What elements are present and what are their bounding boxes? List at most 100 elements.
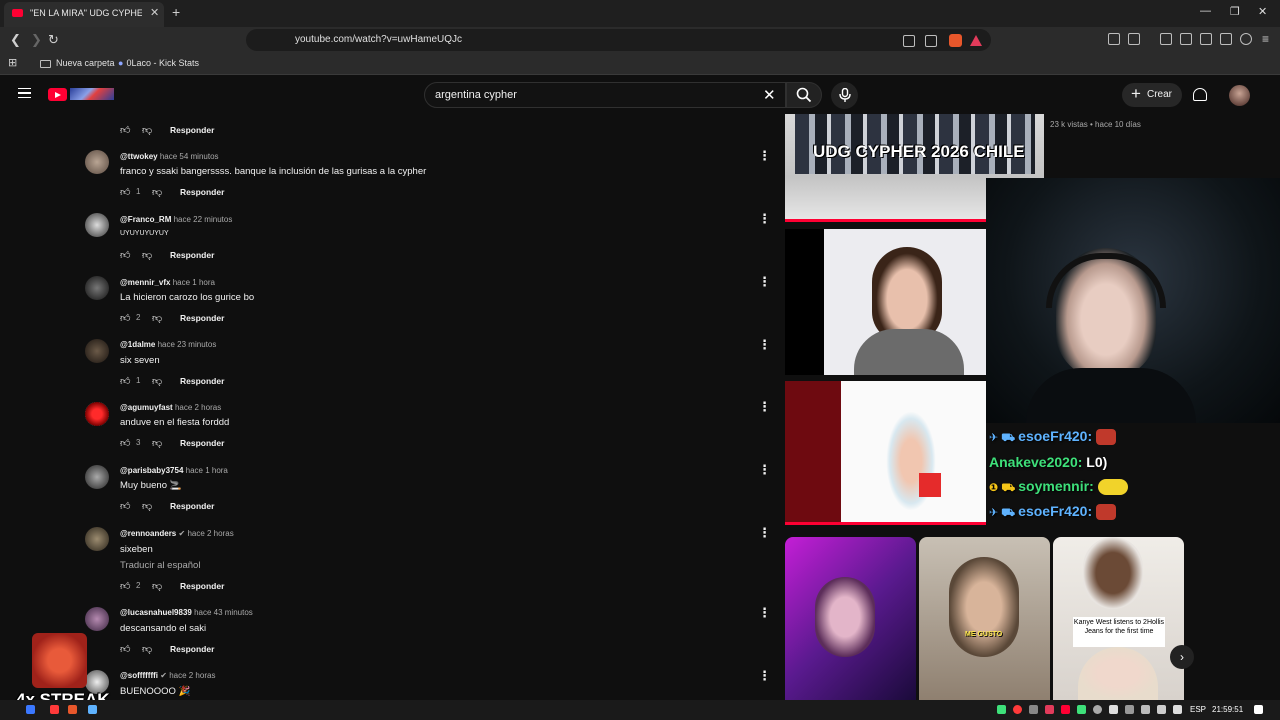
comment-menu-icon[interactable]: ⋮ xyxy=(758,526,771,539)
network-icon[interactable] xyxy=(1157,705,1166,714)
tray-icon[interactable] xyxy=(1013,705,1022,714)
media-icon[interactable] xyxy=(1160,33,1172,45)
reply-button[interactable]: Responder xyxy=(170,644,214,654)
sidebar-icon[interactable] xyxy=(1180,33,1192,45)
comment-author[interactable]: @parisbaby3754 xyxy=(120,466,183,475)
wallet-icon[interactable] xyxy=(1200,33,1212,45)
comment-menu-icon[interactable]: ⋮ xyxy=(758,338,771,351)
tray-icon[interactable] xyxy=(1125,705,1134,714)
like-icon[interactable]: 👍︎ xyxy=(120,500,130,512)
shorts-next-icon[interactable]: › xyxy=(1170,645,1194,669)
tray-icon[interactable] xyxy=(1141,705,1150,714)
comment-author[interactable]: @1dalme xyxy=(120,340,155,349)
translate-link[interactable]: Traducir al español xyxy=(120,560,200,571)
vpn-icon[interactable] xyxy=(1240,33,1252,45)
minimize-icon[interactable]: — xyxy=(1200,5,1211,17)
dislike-icon[interactable]: 👎︎ xyxy=(142,124,152,136)
restore-icon[interactable]: ❐ xyxy=(1230,5,1240,18)
taskbar-app-icon[interactable] xyxy=(68,705,77,714)
avatar[interactable] xyxy=(85,276,109,300)
comment-author[interactable]: @rennoanders xyxy=(120,529,176,538)
avatar[interactable] xyxy=(85,607,109,631)
comment-time[interactable]: hace 22 minutos xyxy=(174,215,233,224)
taskbar-app-icon[interactable] xyxy=(88,705,97,714)
comment-author[interactable]: @ttwokey xyxy=(120,152,158,161)
comment-menu-icon[interactable]: ⋮ xyxy=(758,149,771,162)
comment-menu-icon[interactable]: ⋮ xyxy=(758,669,771,682)
brave-shield-icon[interactable] xyxy=(949,34,962,47)
taskbar-app-icon[interactable] xyxy=(26,705,35,714)
comment-menu-icon[interactable]: ⋮ xyxy=(758,606,771,619)
new-tab-icon[interactable]: + xyxy=(172,4,180,20)
account-avatar[interactable] xyxy=(1229,85,1250,106)
comment-author[interactable]: @mennir_vfx xyxy=(120,278,170,287)
create-button[interactable]: + Crear xyxy=(1122,83,1182,107)
like-icon[interactable]: 👍︎ xyxy=(120,186,130,198)
share-icon[interactable] xyxy=(925,35,937,47)
like-icon[interactable]: 👍︎ xyxy=(120,312,130,324)
clock[interactable]: 21:59:51 xyxy=(1212,705,1243,714)
short-thumbnail[interactable] xyxy=(785,537,916,700)
tray-icon[interactable] xyxy=(1045,705,1054,714)
reply-button[interactable]: Responder xyxy=(170,125,214,135)
extensions-icon[interactable] xyxy=(1108,33,1120,45)
comment-time[interactable]: hace 1 hora xyxy=(186,466,228,475)
comment-time[interactable]: hace 54 minutos xyxy=(160,152,219,161)
dislike-icon[interactable]: 👎︎ xyxy=(152,437,162,449)
like-icon[interactable]: 👍︎ xyxy=(120,580,130,592)
like-icon[interactable]: 👍︎ xyxy=(120,437,130,449)
language-indicator[interactable]: ESP xyxy=(1190,705,1206,714)
bookmark-kickstats[interactable]: ● 0Laco - Kick Stats xyxy=(118,58,199,68)
comment-time[interactable]: hace 1 hora xyxy=(173,278,215,287)
search-button[interactable] xyxy=(786,82,822,108)
volume-icon[interactable] xyxy=(1173,705,1182,714)
comment-time[interactable]: hace 23 minutos xyxy=(158,340,217,349)
comment-time[interactable]: hace 2 horas xyxy=(175,403,221,412)
cast-icon[interactable] xyxy=(903,35,915,47)
like-icon[interactable]: 👍︎ xyxy=(120,249,130,261)
tray-icon[interactable] xyxy=(1061,705,1070,714)
short-thumbnail[interactable]: ME GUSTO xyxy=(919,537,1050,700)
avatar[interactable] xyxy=(85,465,109,489)
hamburger-menu-icon[interactable] xyxy=(18,88,31,98)
comment-menu-icon[interactable]: ⋮ xyxy=(758,275,771,288)
comment-time[interactable]: hace 2 horas xyxy=(187,529,233,538)
notifications-bell-icon[interactable] xyxy=(1193,88,1207,101)
avatar[interactable] xyxy=(85,150,109,174)
dislike-icon[interactable]: 👎︎ xyxy=(152,375,162,387)
avatar[interactable] xyxy=(85,527,109,551)
reply-button[interactable]: Responder xyxy=(180,438,224,448)
apps-grid-icon[interactable]: ⊞ xyxy=(8,56,17,69)
like-icon[interactable]: 👍︎ xyxy=(120,124,130,136)
browser-tab-active[interactable]: "EN LA MIRA" UDG CYPHER URL ✕ xyxy=(4,2,164,27)
forward-icon[interactable]: ❯ xyxy=(31,32,42,48)
short-thumbnail[interactable]: Kanye West listens to 2Hollis Jeans for … xyxy=(1053,537,1184,700)
reply-button[interactable]: Responder xyxy=(180,376,224,386)
reply-button[interactable]: Responder xyxy=(180,187,224,197)
dislike-icon[interactable]: 👎︎ xyxy=(142,500,152,512)
youtube-logo-icon[interactable] xyxy=(48,88,67,101)
comment-author[interactable]: @lucasnahuel9839 xyxy=(120,608,192,617)
dislike-icon[interactable]: 👎︎ xyxy=(152,580,162,592)
tab-close-icon[interactable]: ✕ xyxy=(150,6,159,19)
video-thumbnail[interactable] xyxy=(785,229,986,375)
bookmark-folder[interactable]: Nueva carpeta xyxy=(40,58,115,68)
tray-icon[interactable] xyxy=(1029,705,1038,714)
avatar[interactable] xyxy=(85,402,109,426)
screenshot-icon[interactable] xyxy=(1128,33,1140,45)
search-input[interactable]: argentina cypher ✕ xyxy=(424,82,786,108)
reply-button[interactable]: Responder xyxy=(170,501,214,511)
avatar[interactable] xyxy=(85,213,109,237)
tray-icon[interactable] xyxy=(1109,705,1118,714)
like-icon[interactable]: 👍︎ xyxy=(120,643,130,655)
comment-menu-icon[interactable]: ⋮ xyxy=(758,212,771,225)
tray-icon[interactable] xyxy=(1093,705,1102,714)
dislike-icon[interactable]: 👎︎ xyxy=(152,186,162,198)
comment-author[interactable]: @sofffffffi xyxy=(120,671,158,680)
menu-icon[interactable]: ≡ xyxy=(1262,32,1269,46)
notification-icon[interactable] xyxy=(1254,705,1263,714)
avatar[interactable] xyxy=(85,339,109,363)
reply-button[interactable]: Responder xyxy=(170,250,214,260)
dislike-icon[interactable]: 👎︎ xyxy=(152,312,162,324)
tray-icon[interactable] xyxy=(1077,705,1086,714)
